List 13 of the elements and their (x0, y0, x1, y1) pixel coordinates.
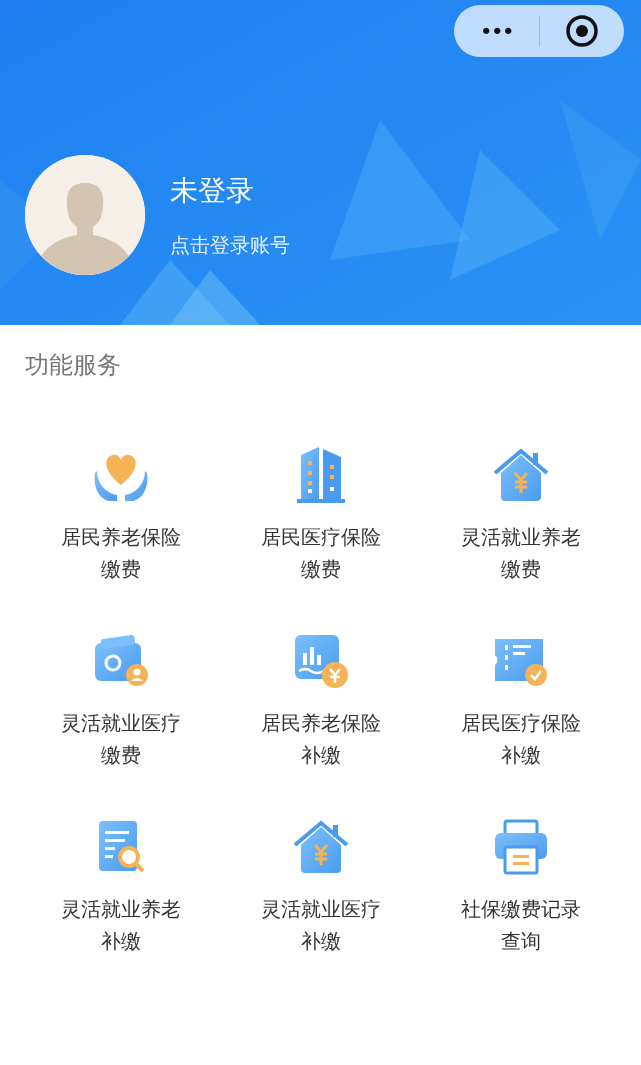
section-title: 功能服务 (25, 350, 122, 381)
service-label[interactable]: 居民医疗保险 补缴 (460, 707, 581, 771)
more-button[interactable]: ••• (454, 5, 539, 57)
service-label[interactable]: 灵活就业养老 补缴 (60, 893, 181, 957)
login-status: 未登录 (170, 172, 255, 209)
service-label[interactable]: 社保缴费记录 查询 (460, 893, 581, 957)
service-label[interactable]: 灵活就业养老 缴费 (460, 521, 581, 585)
service-label[interactable]: 灵活就业医疗 缴费 (60, 707, 181, 771)
service-label[interactable]: 灵活就业医疗 补缴 (260, 893, 381, 957)
target-icon (564, 14, 599, 48)
service-label[interactable]: 居民养老保险 缴费 (60, 521, 181, 585)
service-label[interactable]: 居民养老保险 补缴 (260, 707, 381, 771)
service-label[interactable]: 居民医疗保险 缴费 (260, 521, 381, 585)
